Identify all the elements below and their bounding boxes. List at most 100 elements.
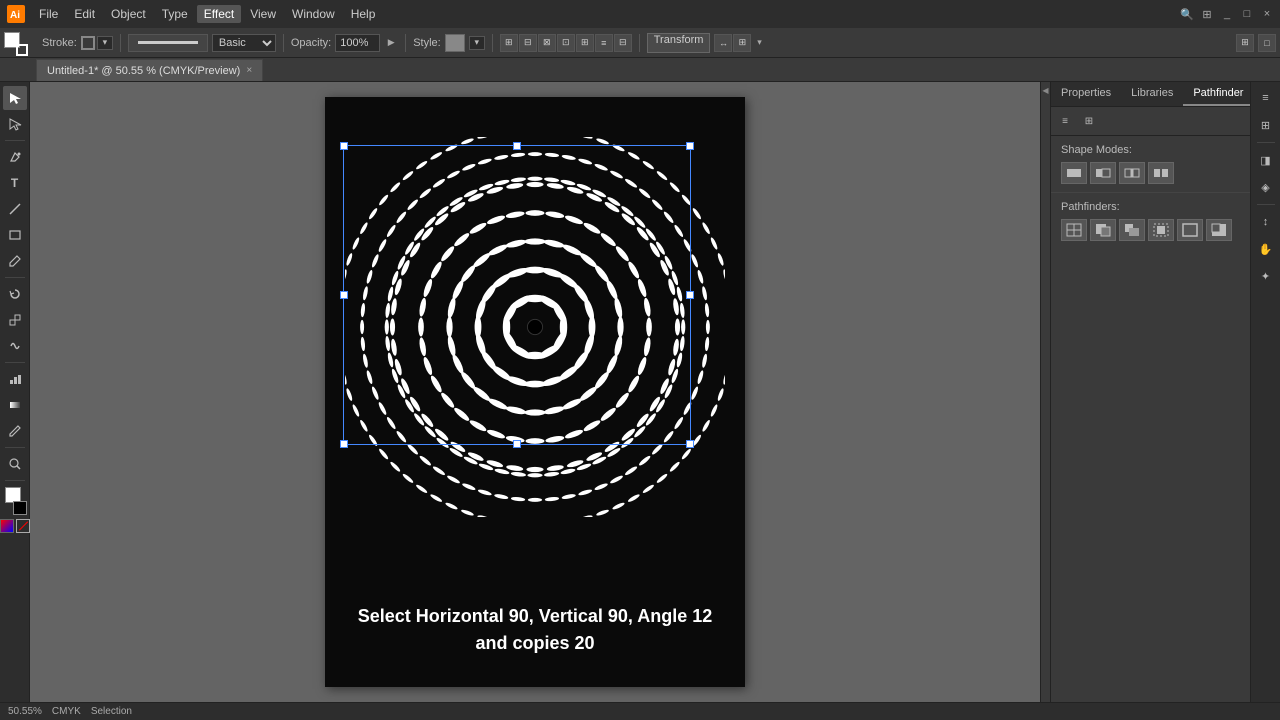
distribute-h-btn[interactable]: ⊟ <box>614 34 632 52</box>
color-mode-btns <box>0 519 30 533</box>
bottom-bar: 50.55% CMYK Selection <box>0 702 1280 720</box>
color-swatches-toolbar <box>4 32 26 54</box>
transform-reset-btn[interactable]: ↔ <box>714 34 732 52</box>
left-toolbar: T <box>0 82 30 702</box>
window-controls: 🔍 ⊞ _ □ × <box>1180 7 1274 21</box>
stroke-arrow[interactable]: ▾ <box>97 36 113 50</box>
blend-mode-select[interactable]: Basic Multiply Screen <box>212 34 276 52</box>
transform-options-btn[interactable]: ⊞ <box>733 34 751 52</box>
menu-view[interactable]: View <box>243 5 283 23</box>
tool-sep-2 <box>5 277 25 278</box>
style-label: Style: <box>413 37 441 49</box>
document-tab[interactable]: Untitled-1* @ 50.55 % (CMYK/Preview) × <box>36 59 263 81</box>
direct-select-tool[interactable] <box>3 112 27 136</box>
pathfinder-merge[interactable] <box>1119 219 1145 241</box>
type-tool[interactable]: T <box>3 171 27 195</box>
pen-tool[interactable] <box>3 145 27 169</box>
pathfinders-section: Pathfinders: <box>1051 193 1250 249</box>
maximize-btn[interactable]: □ <box>1240 7 1254 21</box>
style-swatch[interactable] <box>445 34 465 52</box>
color-mode-display: CMYK <box>52 706 81 717</box>
scale-tool[interactable] <box>3 308 27 332</box>
minimize-btn[interactable]: _ <box>1220 7 1234 21</box>
dock-sep-1 <box>1257 142 1275 143</box>
panel-toggles: ⊞ □ <box>1236 34 1276 52</box>
stroke-controls: ▾ <box>81 36 113 50</box>
tool-sep-1 <box>5 140 25 141</box>
line-tool[interactable] <box>3 197 27 221</box>
none-btn[interactable] <box>16 519 30 533</box>
align-top-btn[interactable]: ⊡ <box>557 34 575 52</box>
panel-btn[interactable]: ⊞ <box>1200 7 1214 21</box>
close-btn[interactable]: × <box>1260 7 1274 21</box>
zoom-tool[interactable] <box>3 452 27 476</box>
brush-tool[interactable] <box>3 249 27 273</box>
dock-btn-7[interactable]: ✦ <box>1254 264 1278 288</box>
panel-icon-menu[interactable]: ≡ <box>1054 110 1076 132</box>
opacity-expand[interactable]: ▶ <box>384 34 398 52</box>
eyedropper-tool[interactable] <box>3 419 27 443</box>
menu-help[interactable]: Help <box>344 5 383 23</box>
menu-effect[interactable]: Effect <box>197 5 241 23</box>
menu-edit[interactable]: Edit <box>67 5 102 23</box>
align-bottom-btn[interactable]: ≡ <box>595 34 613 52</box>
canvas-area[interactable]: Select Horizontal 90, Vertical 90, Angle… <box>30 82 1040 702</box>
tool-sep-3 <box>5 362 25 363</box>
canvas-description: Select Horizontal 90, Vertical 90, Angle… <box>325 603 745 657</box>
pathfinder-divide[interactable] <box>1061 219 1087 241</box>
stroke-swatch-preview[interactable] <box>81 36 95 50</box>
dock-btn-1[interactable]: ≡ <box>1254 86 1278 110</box>
app-icon: Ai <box>6 4 26 24</box>
align-center-v-btn[interactable]: ⊞ <box>576 34 594 52</box>
transform-chevron[interactable]: ▾ <box>752 34 766 52</box>
svg-text:Ai: Ai <box>10 10 20 21</box>
dock-btn-3[interactable]: ◨ <box>1254 148 1278 172</box>
shape-mode-intersect[interactable] <box>1119 162 1145 184</box>
dock-btn-4[interactable]: ◈ <box>1254 175 1278 199</box>
artboard: Select Horizontal 90, Vertical 90, Angle… <box>325 97 745 687</box>
opacity-label: Opacity: <box>291 37 331 49</box>
select-tool[interactable] <box>3 86 27 110</box>
background-color[interactable] <box>13 501 27 515</box>
align-left-btn[interactable]: ⊞ <box>500 34 518 52</box>
panel-collapse-btn[interactable]: ◀ <box>1040 82 1050 702</box>
tab-libraries[interactable]: Libraries <box>1121 82 1183 106</box>
pathfinder-crop[interactable] <box>1148 219 1174 241</box>
shape-mode-minus-front[interactable] <box>1090 162 1116 184</box>
menu-file[interactable]: File <box>32 5 65 23</box>
pathfinder-buttons <box>1061 219 1240 241</box>
dock-btn-5[interactable]: ↕ <box>1254 210 1278 234</box>
transform-btn[interactable]: Transform <box>647 33 711 53</box>
align-right-btn[interactable]: ⊠ <box>538 34 556 52</box>
style-arrow[interactable]: ▾ <box>469 36 485 50</box>
shape-mode-unite[interactable] <box>1061 162 1087 184</box>
opacity-input[interactable] <box>335 34 380 52</box>
panel-toggle-1[interactable]: ⊞ <box>1236 34 1254 52</box>
panel-toggle-2[interactable]: □ <box>1258 34 1276 52</box>
shape-mode-buttons <box>1061 162 1240 184</box>
pathfinder-outline[interactable] <box>1177 219 1203 241</box>
align-center-h-btn[interactable]: ⊟ <box>519 34 537 52</box>
menu-object[interactable]: Object <box>104 5 153 23</box>
dock-btn-2[interactable]: ⊞ <box>1254 113 1278 137</box>
rect-tool[interactable] <box>3 223 27 247</box>
tab-pathfinder[interactable]: Pathfinder <box>1183 82 1253 106</box>
dock-btn-6[interactable]: ✋ <box>1254 237 1278 261</box>
color-mode-btn[interactable] <box>0 519 14 533</box>
stroke-swatch-toolbar[interactable] <box>16 44 28 56</box>
gradient-tool[interactable] <box>3 393 27 417</box>
blend-mode-bar[interactable] <box>128 34 208 52</box>
graph-tool[interactable] <box>3 367 27 391</box>
rotate-tool[interactable] <box>3 282 27 306</box>
warp-tool[interactable] <box>3 334 27 358</box>
shape-mode-exclude[interactable] <box>1148 162 1174 184</box>
tab-close[interactable]: × <box>246 65 252 76</box>
menu-window[interactable]: Window <box>285 5 342 23</box>
menu-type[interactable]: Type <box>155 5 195 23</box>
search-btn[interactable]: 🔍 <box>1180 7 1194 21</box>
pathfinder-trim[interactable] <box>1090 219 1116 241</box>
tab-properties[interactable]: Properties <box>1051 82 1121 106</box>
panel-icon-layers[interactable]: ⊞ <box>1078 110 1100 132</box>
pathfinder-minus-back[interactable] <box>1206 219 1232 241</box>
canvas-text-line1: Select Horizontal 90, Vertical 90, Angle… <box>325 603 745 630</box>
